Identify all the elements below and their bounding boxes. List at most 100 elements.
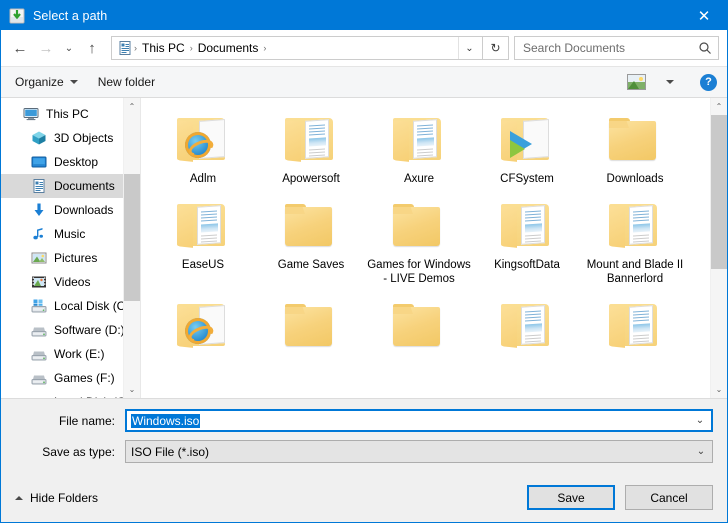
content-scroll-thumb[interactable] bbox=[711, 115, 727, 269]
folder-grid: Adlm Apowersoft AxureCFSystemDownloads Ease… bbox=[141, 98, 710, 398]
scroll-up-icon[interactable]: ⌃ bbox=[124, 98, 140, 115]
sidebar-item-desktop[interactable]: Desktop bbox=[1, 150, 140, 174]
select-path-dialog: Select a path ✕ ← → ⌄ ↑ › This PC bbox=[0, 0, 728, 523]
scroll-up-icon[interactable]: ⌃ bbox=[711, 98, 727, 115]
folder-item-games-for-windows-live-demos[interactable]: Games for Windows - LIVE Demos bbox=[365, 192, 473, 292]
dialog-footer: Hide Folders Save Cancel bbox=[1, 477, 727, 522]
scroll-down-icon[interactable]: ⌄ bbox=[711, 381, 727, 398]
view-dropdown-button[interactable] bbox=[656, 70, 684, 94]
folder-item-cfsystem[interactable]: CFSystem bbox=[473, 106, 581, 192]
chevron-down-icon bbox=[666, 80, 674, 84]
sidebar-scroll-thumb[interactable] bbox=[124, 174, 141, 302]
folder-item-partial-12[interactable] bbox=[365, 292, 473, 364]
sidebar-item-music[interactable]: Music bbox=[1, 222, 140, 246]
filetype-select[interactable]: ISO File (*.iso) ⌄ bbox=[125, 440, 713, 463]
folder-item-partial-10[interactable] bbox=[149, 292, 257, 364]
folder-label: Adlm bbox=[190, 172, 216, 186]
forward-button: → bbox=[33, 35, 59, 61]
folder-label: Mount and Blade II Bannerlord bbox=[583, 258, 687, 286]
folder-label: Games for Windows - LIVE Demos bbox=[367, 258, 471, 286]
hide-folders-label: Hide Folders bbox=[30, 491, 98, 505]
chevron-down-icon[interactable]: ⌄ bbox=[458, 37, 480, 59]
help-button[interactable]: ? bbox=[700, 74, 717, 91]
address-bar[interactable]: › This PC › Documents › ⌄ bbox=[111, 36, 483, 60]
sidebar-item-local-disk-g[interactable]: Local Disk (G:) bbox=[1, 390, 140, 398]
up-button[interactable]: ↑ bbox=[79, 35, 105, 61]
chevron-down-icon[interactable]: ⌄ bbox=[690, 441, 712, 462]
sidebar-item-videos[interactable]: Videos bbox=[1, 270, 140, 294]
folder-item-mount-and-blade-ii-bannerlord[interactable]: Mount and Blade II Bannerlord bbox=[581, 192, 689, 292]
folder-item-apowersoft[interactable]: Apowersoft bbox=[257, 106, 365, 192]
folder-glyph bbox=[501, 204, 553, 248]
folder-glyph bbox=[609, 118, 661, 162]
folder-glyph bbox=[177, 204, 229, 248]
folder-item-easeus[interactable]: EaseUS bbox=[149, 192, 257, 292]
folder-item-kingsoftdata[interactable]: KingsoftData bbox=[473, 192, 581, 292]
monitor-icon bbox=[23, 106, 39, 122]
folder-icon bbox=[387, 110, 451, 168]
sidebar-item-pictures[interactable]: Pictures bbox=[1, 246, 140, 270]
back-button[interactable]: ← bbox=[7, 35, 33, 61]
organize-label: Organize bbox=[15, 75, 64, 89]
save-button[interactable]: Save bbox=[527, 485, 615, 510]
document-preview bbox=[629, 305, 653, 345]
sidebar-item-work-e[interactable]: Work (E:) bbox=[1, 342, 140, 366]
document-preview bbox=[197, 205, 221, 245]
filename-value: Windows.iso bbox=[131, 414, 200, 428]
new-folder-label: New folder bbox=[98, 75, 155, 89]
folder-item-partial-14[interactable] bbox=[581, 292, 689, 364]
folder-label: Apowersoft bbox=[282, 172, 340, 186]
sidebar-item-this-pc[interactable]: This PC bbox=[1, 102, 140, 126]
sidebar-scroll-track[interactable] bbox=[124, 115, 140, 381]
folder-glyph bbox=[501, 304, 553, 348]
folder-icon bbox=[387, 196, 451, 254]
sidebar-item-downloads[interactable]: Downloads bbox=[1, 198, 140, 222]
sidebar-item-software-d[interactable]: Software (D:) bbox=[1, 318, 140, 342]
document-preview bbox=[305, 119, 329, 159]
folder-item-adlm[interactable]: Adlm bbox=[149, 106, 257, 192]
folder-item-game-saves[interactable]: Game Saves bbox=[257, 192, 365, 292]
videos-icon bbox=[31, 274, 47, 290]
cancel-button[interactable]: Cancel bbox=[625, 485, 713, 510]
folder-glyph bbox=[393, 118, 445, 162]
hide-folders-button[interactable]: Hide Folders bbox=[15, 491, 98, 505]
sidebar-item-label: 3D Objects bbox=[54, 131, 113, 145]
disk-icon bbox=[31, 394, 47, 398]
sidebar-item-games-f[interactable]: Games (F:) bbox=[1, 366, 140, 390]
new-folder-button[interactable]: New folder bbox=[88, 70, 165, 94]
sidebar-scrollbar[interactable]: ⌃ ⌄ bbox=[123, 98, 140, 398]
breadcrumb-this-pc[interactable]: This PC bbox=[138, 37, 189, 59]
folder-item-downloads[interactable]: Downloads bbox=[581, 106, 689, 192]
disk-icon bbox=[31, 322, 47, 338]
sidebar-item-label: Music bbox=[54, 227, 85, 241]
folder-item-partial-13[interactable] bbox=[473, 292, 581, 364]
filetype-value: ISO File (*.iso) bbox=[130, 445, 210, 459]
documents-icon bbox=[31, 178, 47, 194]
folder-item-partial-11[interactable] bbox=[257, 292, 365, 364]
folder-icon bbox=[387, 296, 451, 354]
documents-icon bbox=[117, 40, 133, 56]
chevron-down-icon[interactable]: ⌄ bbox=[689, 411, 711, 430]
content-scrollbar[interactable]: ⌃ ⌄ bbox=[710, 98, 727, 398]
title-bar: Select a path ✕ bbox=[1, 1, 727, 30]
sidebar-item-label: Software (D:) bbox=[54, 323, 125, 337]
folder-icon bbox=[171, 296, 235, 354]
folder-item-axure[interactable]: Axure bbox=[365, 106, 473, 192]
close-icon[interactable]: ✕ bbox=[681, 1, 727, 30]
breadcrumb-documents[interactable]: Documents bbox=[194, 37, 263, 59]
sidebar-item-label: This PC bbox=[46, 107, 89, 121]
scroll-down-icon[interactable]: ⌄ bbox=[124, 381, 140, 398]
sidebar-item-3d-objects[interactable]: 3D Objects bbox=[1, 126, 140, 150]
filename-field[interactable]: Windows.iso ⌄ bbox=[125, 409, 713, 432]
command-bar: Organize New folder ? bbox=[1, 66, 727, 98]
recent-locations-button[interactable]: ⌄ bbox=[59, 35, 79, 61]
sidebar-item-documents[interactable]: Documents bbox=[1, 174, 140, 198]
refresh-button[interactable]: ↻ bbox=[483, 36, 509, 60]
organize-button[interactable]: Organize bbox=[15, 70, 88, 94]
sidebar-item-local-disk-c[interactable]: Local Disk (C:) bbox=[1, 294, 140, 318]
sidebar-item-label: Local Disk (C:) bbox=[54, 299, 133, 313]
change-view-button[interactable] bbox=[617, 70, 656, 94]
content-scroll-track[interactable] bbox=[711, 115, 727, 381]
navigation-pane: This PC 3D Objects DesktopDocumentsDownloa… bbox=[1, 98, 141, 398]
search-input[interactable]: Search Documents bbox=[514, 36, 719, 60]
